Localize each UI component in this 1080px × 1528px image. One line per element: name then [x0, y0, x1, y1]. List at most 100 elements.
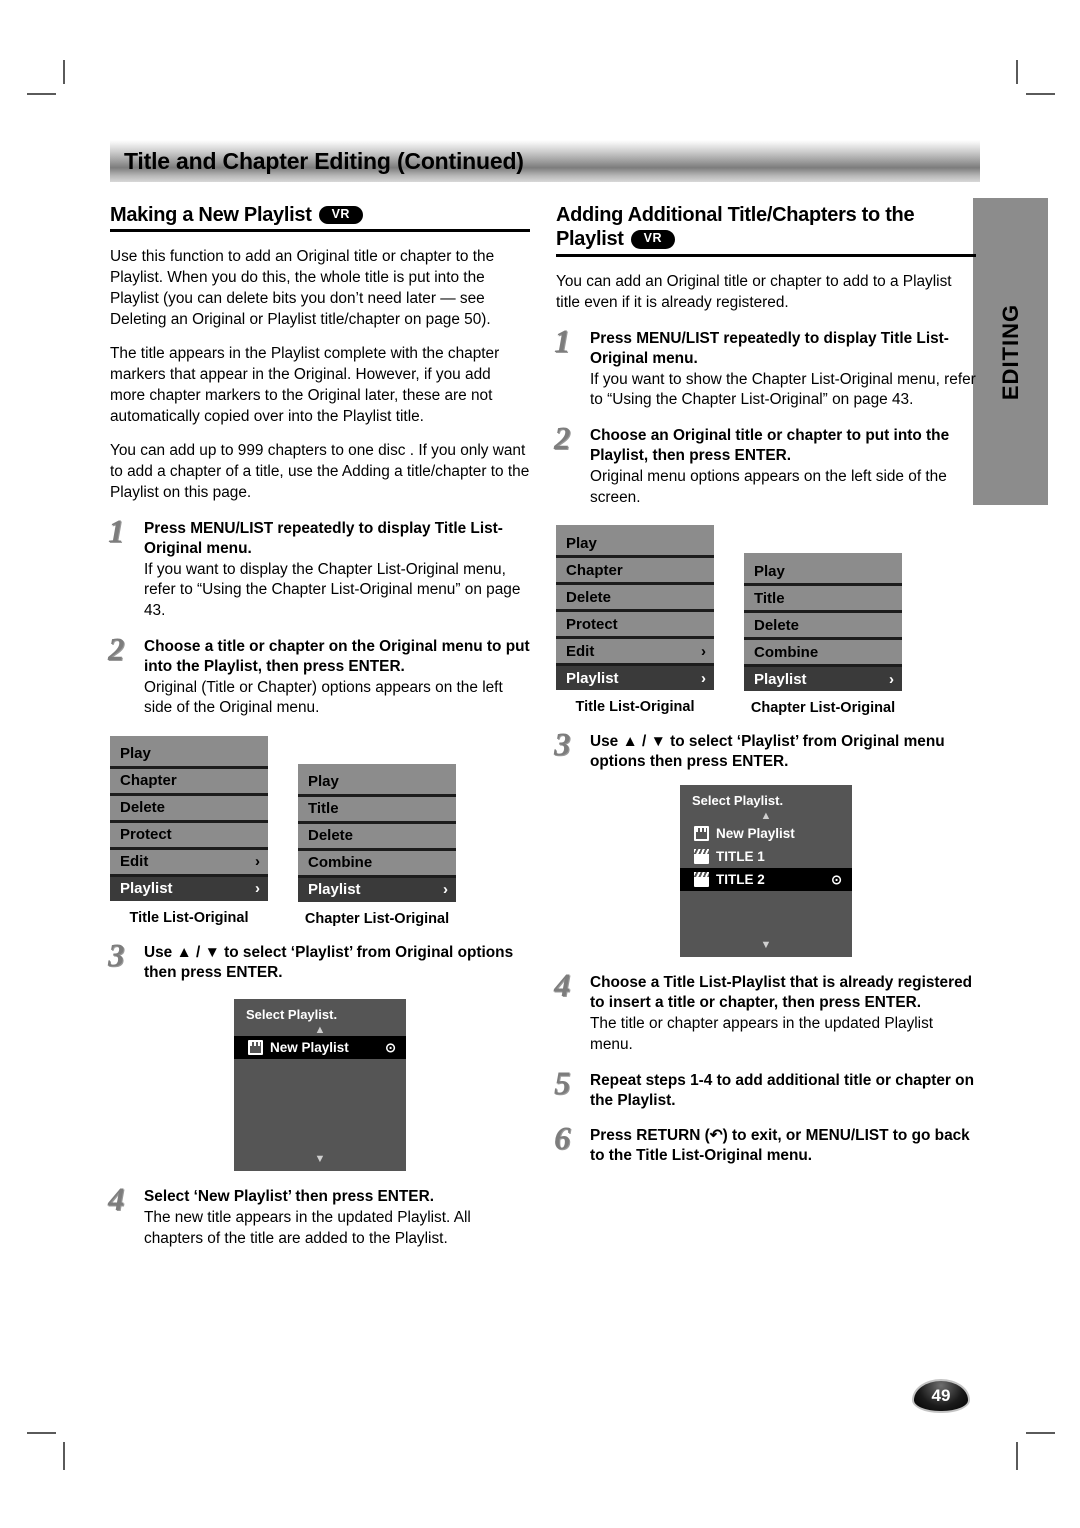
page-number-badge: 49 — [912, 1379, 970, 1413]
right-dialog-title: Select Playlist. — [692, 793, 784, 809]
menu-item-play[interactable]: Play — [744, 559, 902, 587]
chevron-right-icon: › — [701, 669, 706, 687]
menu-item-protect[interactable]: Protect — [556, 612, 714, 640]
left-chapter-list-original-graphic: Play Title Delete Combine Playlist › Chapter … — [298, 763, 456, 927]
menu-item-label: Playlist — [308, 881, 361, 899]
menu-item-label: Play — [754, 562, 785, 580]
left-dialog-title: Select Playlist. — [246, 1007, 338, 1022]
right-chapter-list-original-menu: Play Title Delete Combine Playlist › — [744, 553, 902, 692]
right-step-2-number: 2 — [554, 420, 571, 457]
right-chapter-list-original-caption: Chapter List-Original — [750, 700, 896, 717]
right-step-6-lead: Press RETURN (↶) to exit, or MENU/LIST t… — [590, 1126, 970, 1164]
menu-item-edit[interactable]: Edit › — [110, 849, 268, 877]
menu-item-label: Edit — [120, 853, 149, 871]
left-paragraph-1: Use this function to add an Original tit… — [110, 248, 495, 329]
menu-item-delete[interactable]: Delete — [744, 613, 902, 641]
left-step-3-lead: Use ▲ / ▼ to select ‘Playlist’ from Orig… — [144, 943, 514, 981]
menu-item-label: Title — [754, 589, 785, 607]
crop-mark-bottom-left-vertical — [63, 1442, 65, 1470]
right-step-4-lead: Choose a Title List-Playlist that is alr… — [590, 974, 973, 1012]
right-step-6: 6 Press RETURN (↶) to exit, or MENU/LIST… — [554, 1122, 976, 1166]
record-dot-icon: ⊙ — [385, 1039, 396, 1055]
clapper-icon — [694, 872, 709, 888]
menu-item-play[interactable]: Play — [298, 769, 456, 797]
chevron-right-icon: › — [443, 881, 448, 899]
menu-item-protect[interactable]: Protect — [110, 822, 268, 850]
menu-item-playlist[interactable]: Playlist › — [744, 667, 902, 692]
playlist-option-label: New Playlist — [270, 1040, 349, 1055]
menu-item-label: Combine — [754, 643, 819, 661]
right-step-5-lead: Repeat steps 1-4 to add additional title… — [590, 1071, 974, 1109]
scroll-down-caret-icon[interactable]: ▼ — [234, 1153, 406, 1165]
right-section-heading-line2: Playlist — [556, 228, 624, 251]
chevron-right-icon: › — [889, 670, 894, 688]
right-section-heading-line1: Adding Additional Title/Chapters to the — [556, 204, 915, 226]
menu-item-delete[interactable]: Delete — [556, 585, 714, 613]
playlist-option[interactable]: New Playlist — [680, 822, 852, 845]
playlist-option[interactable]: TITLE 1 — [680, 845, 852, 868]
left-step-2-number: 2 — [108, 631, 125, 668]
page-title: Title and Chapter Editing (Continued) — [124, 147, 524, 174]
menu-item-chapter[interactable]: Chapter — [556, 558, 714, 586]
right-step-3: 3 Use ▲ / ▼ to select ‘Playlist’ from Or… — [554, 729, 976, 772]
menu-item-play[interactable]: Play — [556, 531, 714, 559]
right-step-4-number: 4 — [554, 968, 571, 1005]
left-chapter-list-original-menu: Play Title Delete Combine Playlist › — [298, 763, 456, 902]
menu-item-playlist[interactable]: Playlist › — [110, 876, 268, 901]
left-step-4-lead: Select ‘New Playlist’ then press ENTER. — [144, 1188, 434, 1205]
left-section-heading: Making a New Playlist VR — [110, 203, 530, 233]
right-column: Adding Additional Title/Chapters to the … — [554, 203, 976, 1249]
chevron-right-icon: › — [255, 853, 260, 871]
menu-item-title[interactable]: Title — [744, 586, 902, 614]
menu-item-combine[interactable]: Combine — [744, 640, 902, 668]
menu-item-play[interactable]: Play — [110, 741, 268, 769]
menu-item-label: Chapter — [120, 772, 177, 790]
page-number-shape: 49 — [912, 1379, 970, 1413]
menu-item-chapter[interactable]: Chapter — [110, 768, 268, 796]
menu-item-delete[interactable]: Delete — [110, 795, 268, 823]
menu-item-label: Playlist — [566, 669, 619, 687]
right-dialog-empty-space — [680, 891, 852, 939]
left-paragraph-2: The title appears in the Playlist comple… — [110, 345, 500, 425]
scroll-up-caret-icon[interactable]: ▲ — [234, 1024, 406, 1036]
left-title-list-original-menu: Play Chapter Delete Protect Edit › Playlist › — [110, 735, 268, 901]
left-step-4-sub: The new title appears in the updated Pla… — [144, 1209, 471, 1247]
right-step-2-sub: Original menu options appears on the lef… — [590, 468, 947, 506]
menu-item-label: Play — [120, 745, 151, 763]
left-step-2-sub: Original (Title or Chapter) options appe… — [144, 678, 503, 717]
right-step-5-number: 5 — [554, 1065, 571, 1102]
right-paragraph-1: You can add an Original title or chapter… — [556, 272, 952, 311]
crop-mark-bottom-right-horizontal — [1026, 1432, 1055, 1434]
left-step-3-number: 3 — [108, 937, 125, 974]
right-dialog-wrap: Select Playlist. ▲ New Playlist TITLE 1 TI… — [556, 785, 976, 958]
menu-item-label: Play — [566, 534, 597, 552]
menu-item-edit[interactable]: Edit › — [556, 639, 714, 667]
scroll-down-caret-icon[interactable]: ▼ — [680, 939, 852, 951]
vr-badge: VR — [318, 206, 363, 225]
section-tab-label: EDITING — [997, 303, 1023, 400]
scroll-up-caret-icon[interactable]: ▲ — [680, 810, 852, 822]
left-paragraph-3: You can add up to 999 chapters to one di… — [110, 441, 530, 501]
right-step-4: 4 Choose a Title List-Playlist that is a… — [554, 968, 976, 1055]
menu-item-label: Play — [308, 773, 339, 791]
right-step-4-sub: The title or chapter appears in the upda… — [590, 1015, 934, 1053]
menu-item-delete[interactable]: Delete — [298, 823, 456, 851]
playlist-option[interactable]: TITLE 2 ⊙ — [680, 868, 852, 892]
right-step-1: 1 Press MENU/LIST repeatedly to display … — [554, 325, 976, 411]
left-dialog-empty-space — [234, 1059, 406, 1153]
note-icon — [248, 1040, 263, 1055]
left-step-4: 4 Select ‘New Playlist’ then press ENTER… — [108, 1184, 530, 1249]
crop-mark-top-right-vertical — [1016, 60, 1018, 84]
menu-item-playlist[interactable]: Playlist › — [556, 666, 714, 691]
menu-item-title[interactable]: Title — [298, 796, 456, 824]
menu-item-combine[interactable]: Combine — [298, 850, 456, 878]
left-step-1-number: 1 — [108, 513, 125, 550]
menu-item-playlist[interactable]: Playlist › — [298, 877, 456, 902]
left-step-1-lead: Press MENU/LIST repeatedly to display Ti… — [144, 519, 503, 557]
right-chapter-list-original-graphic: Play Title Delete Combine Playlist › Chapter … — [744, 553, 902, 716]
right-step-2-lead: Choose an Original title or chapter to p… — [590, 426, 950, 464]
menu-item-label: Protect — [120, 826, 172, 844]
crop-mark-top-right-horizontal — [1026, 93, 1055, 95]
left-column: Making a New Playlist VR Use this functio… — [108, 203, 530, 1249]
playlist-option[interactable]: New Playlist ⊙ — [234, 1036, 406, 1059]
